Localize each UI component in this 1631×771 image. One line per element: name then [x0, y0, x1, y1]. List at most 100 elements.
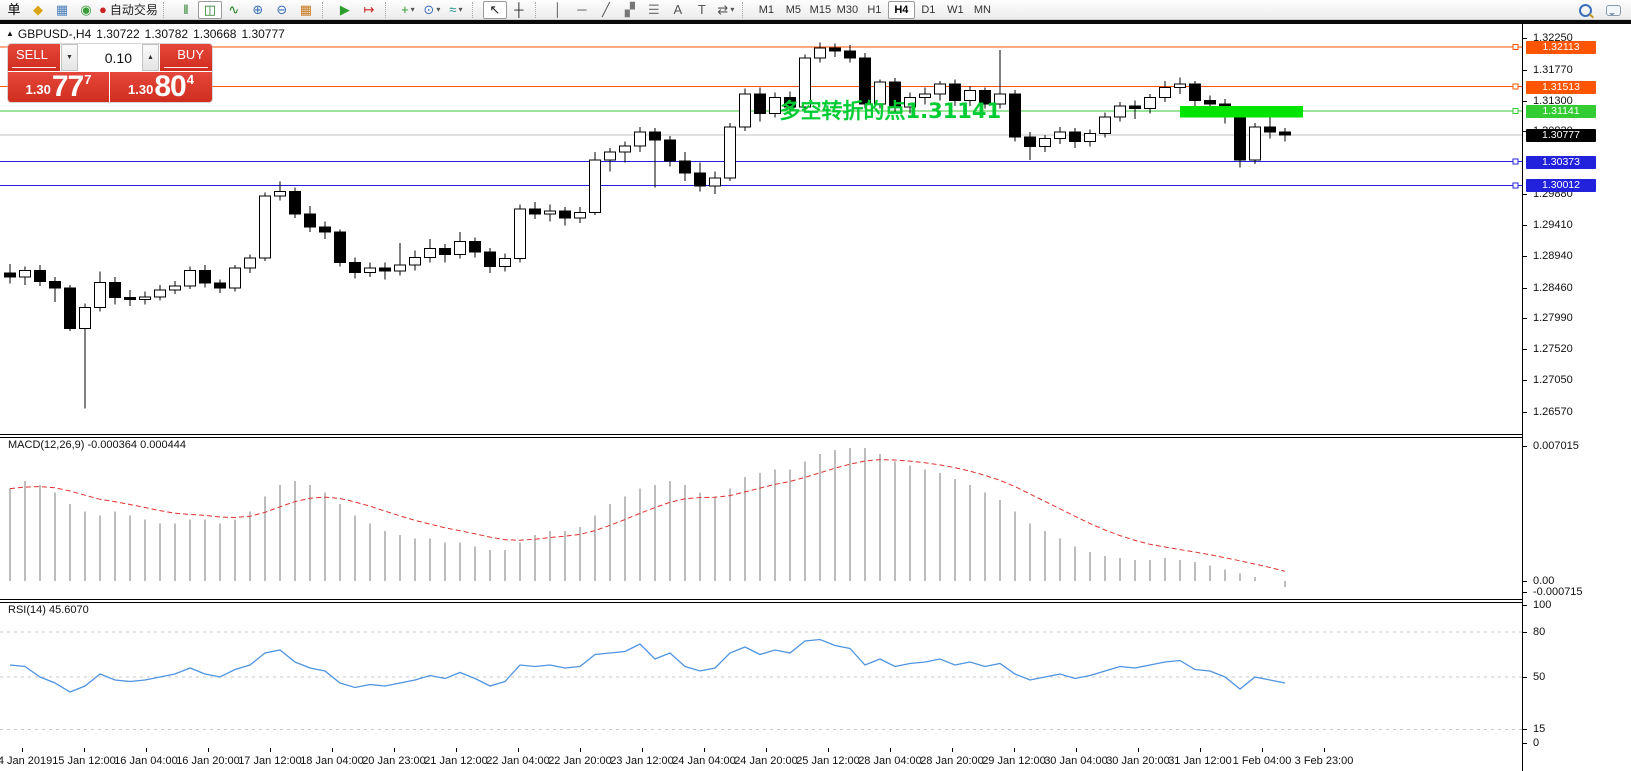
sell-price-display[interactable]: 1.30 77 7 [8, 72, 109, 102]
time-label: 25 Jan 12:00 [796, 755, 860, 767]
horizontal-line-button[interactable]: ─ [570, 1, 594, 19]
toolbar-separator [535, 2, 543, 18]
zoom-in-icon: ⊕ [252, 1, 263, 19]
rsi-label: RSI(14) 45.6070 [8, 604, 89, 616]
text-button[interactable]: A [666, 1, 690, 19]
autotrading-button[interactable]: ●自动交易 [98, 1, 159, 19]
new-order-icon: ◆ [33, 1, 43, 19]
level-price-label: 1.30373 [1526, 156, 1596, 169]
timeframe-h1-button[interactable]: H1 [861, 1, 888, 19]
rsi-separator-line-1[interactable] [0, 599, 1631, 600]
time-label: 22 Jan 04:00 [486, 755, 550, 767]
macd-separator-line-1[interactable] [0, 434, 1631, 435]
highlight-band [1180, 106, 1303, 118]
high-value: 1.30782 [145, 27, 188, 41]
macd-axis-label: -0.000715 [1533, 586, 1583, 598]
time-axis[interactable]: 14 Jan 201915 Jan 12:0016 Jan 04:0016 Ja… [0, 748, 1522, 771]
collapse-arrow-icon[interactable]: ▲ [6, 29, 14, 38]
volume-input[interactable] [78, 44, 142, 71]
time-label: 31 Jan 12:00 [1168, 755, 1232, 767]
candlestick-chart-button[interactable]: ◫ [198, 1, 222, 19]
fibonacci-button[interactable]: ☰ [642, 1, 666, 19]
zoom-out-button[interactable]: ⊖ [270, 1, 294, 19]
hline-icon: ─ [577, 1, 586, 19]
time-label: 15 Jan 12:00 [52, 755, 116, 767]
macd-axis-label: 0.007015 [1533, 440, 1579, 452]
time-label: 3 Feb 23:00 [1295, 755, 1354, 767]
rsi-axis-label: 80 [1533, 626, 1545, 638]
chart-area[interactable]: 多空转折的点1.31141 [0, 24, 1522, 771]
cursor-button[interactable]: ↖ [483, 1, 507, 19]
timeframe-m5-button[interactable]: M5 [780, 1, 807, 19]
autoscroll-icon: ▶ [340, 1, 350, 19]
price-tick-label: 1.28940 [1533, 250, 1573, 262]
timeframe-m15-button[interactable]: M15 [807, 1, 834, 19]
bars-icon: ‖ [183, 1, 188, 19]
buy-price-display[interactable]: 1.30 80 4 [110, 72, 212, 102]
buy-price-big: 80 [154, 73, 185, 101]
time-label: 21 Jan 12:00 [424, 755, 488, 767]
time-label: 16 Jan 04:00 [114, 755, 178, 767]
arrows-button[interactable]: ⇄▾ [714, 1, 738, 19]
time-label: 29 Jan 12:00 [982, 755, 1046, 767]
axis-tick-mark [1523, 70, 1527, 71]
dropdown-caret-icon[interactable]: ▾ [411, 1, 415, 19]
timeframe-w1-button[interactable]: W1 [942, 1, 969, 19]
chat-icon[interactable] [1606, 5, 1621, 16]
chart-annotation: 多空转折的点1.31141 [780, 99, 1002, 123]
vertical-line-button[interactable]: │ [546, 1, 570, 19]
level-price-label: 1.30012 [1526, 179, 1596, 192]
dropdown-caret-icon[interactable]: ▾ [458, 1, 462, 19]
channel-button[interactable]: ▞ [618, 1, 642, 19]
axis-tick-mark [1523, 412, 1527, 413]
bar-chart-button[interactable]: ‖ [174, 1, 198, 19]
auto-scroll-button[interactable]: ▶ [333, 1, 357, 19]
tile-windows-button[interactable]: ▦ [294, 1, 318, 19]
new-chart-button[interactable]: +▾ [396, 1, 420, 19]
rsi-axis-label: 15 [1533, 723, 1545, 735]
text-a-icon: A [674, 1, 683, 19]
sell-button[interactable]: SELL [8, 44, 60, 71]
price-tick-label: 1.26570 [1533, 406, 1573, 418]
dropdown-caret-icon[interactable]: ▾ [436, 1, 440, 19]
time-tick-mark [84, 748, 85, 752]
tile-icon: ▦ [300, 1, 312, 19]
dropdown-caret-icon[interactable]: ▾ [730, 1, 734, 19]
sell-price-sup: 7 [84, 72, 91, 87]
sell-underline [12, 67, 56, 68]
time-tick-mark [580, 748, 581, 752]
navigator-icon[interactable]: ◉ [74, 1, 98, 19]
line-chart-button[interactable]: ∿ [222, 1, 246, 19]
timeframe-h4-button[interactable]: H4 [888, 1, 915, 19]
time-tick-mark [456, 748, 457, 752]
timeframe-m1-button[interactable]: M1 [753, 1, 780, 19]
timeframe-mn-button[interactable]: MN [969, 1, 996, 19]
volume-increase-button[interactable]: ▲ [142, 44, 159, 71]
indicators-button[interactable]: ≈▾ [444, 1, 468, 19]
price-tick-label: 1.28460 [1533, 282, 1573, 294]
price-axis[interactable]: 1.322501.317701.313001.308301.298801.294… [1522, 24, 1631, 771]
crosshair-icon: ┼ [514, 1, 523, 19]
time-label: 30 Jan 20:00 [1106, 755, 1170, 767]
zoom-in-button[interactable]: ⊕ [246, 1, 270, 19]
chart-shift-button[interactable]: ↦ [357, 1, 381, 19]
macd-separator-line-2 [0, 437, 1631, 438]
timeframe-d1-button[interactable]: D1 [915, 1, 942, 19]
search-icon[interactable] [1579, 4, 1592, 17]
time-tick-mark [146, 748, 147, 752]
new-order-icon[interactable]: ◆ [26, 1, 50, 19]
order-text[interactable]: 单 [2, 1, 26, 19]
volume-decrease-button[interactable]: ▼ [61, 44, 78, 71]
timeframe-m30-button[interactable]: M30 [834, 1, 861, 19]
axis-tick-mark [1523, 632, 1527, 633]
buy-button[interactable]: BUY [160, 44, 212, 71]
charts-window-icon[interactable]: ▦ [50, 1, 74, 19]
axis-tick-mark [1523, 288, 1527, 289]
trendline-button[interactable]: ╱ [594, 1, 618, 19]
line-icon: ∿ [228, 1, 239, 19]
profiles-button[interactable]: ⊙▾ [420, 1, 444, 19]
price-tick-label: 1.27520 [1533, 343, 1573, 355]
label-button[interactable]: T [690, 1, 714, 19]
buy-underline [164, 67, 208, 68]
crosshair-button[interactable]: ┼ [507, 1, 531, 19]
